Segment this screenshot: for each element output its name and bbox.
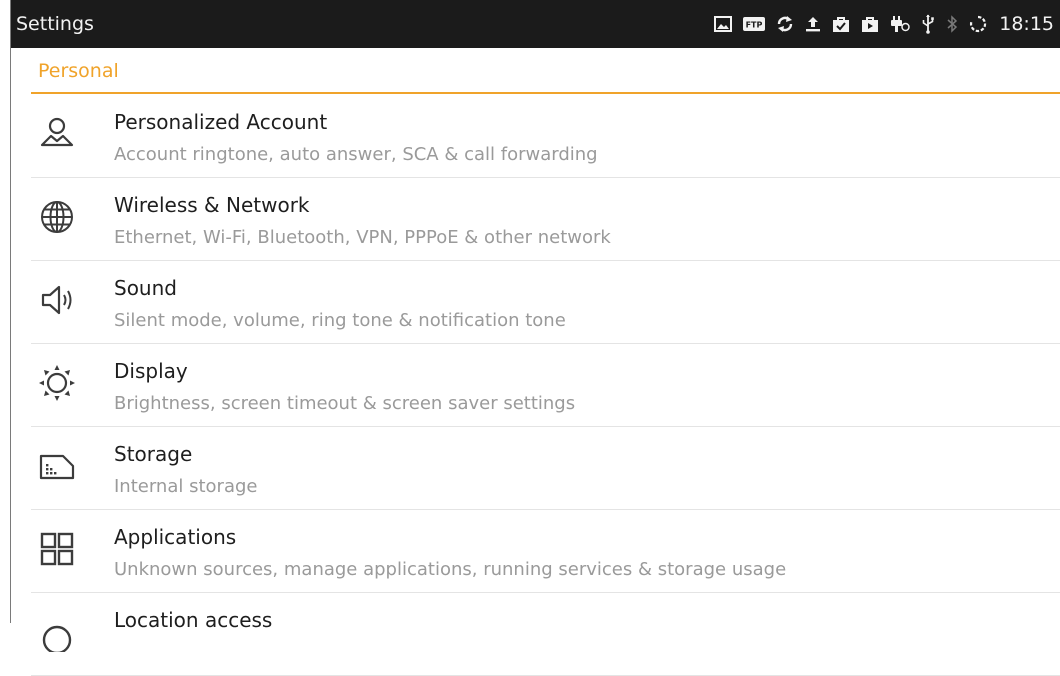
location-icon xyxy=(37,612,77,655)
setting-title: Location access xyxy=(114,608,273,632)
setting-title: Wireless & Network xyxy=(114,193,310,217)
usb-icon xyxy=(921,14,935,34)
status-icons: FTP 18:15 xyxy=(714,13,1060,35)
setting-subtitle: Ethernet, Wi-Fi, Bluetooth, VPN, PPPoE &… xyxy=(114,227,611,248)
bluetooth-icon xyxy=(946,15,958,33)
section-header-personal: Personal xyxy=(31,48,1060,94)
setting-title: Storage xyxy=(114,442,193,466)
setting-item-applications[interactable]: Applications Unknown sources, manage app… xyxy=(31,510,1060,593)
bag-play-icon xyxy=(861,15,879,33)
sync-icon xyxy=(776,15,794,33)
setting-title: Applications xyxy=(114,525,237,549)
window-left-border xyxy=(10,0,11,623)
setting-item-location-access[interactable]: Location access xyxy=(31,593,1060,676)
setting-item-personalized-account[interactable]: Personalized Account Account ringtone, a… xyxy=(31,95,1060,178)
setting-item-display[interactable]: Display Brightness, screen timeout & scr… xyxy=(31,344,1060,427)
setting-subtitle: Internal storage xyxy=(114,476,258,497)
setting-item-wireless-network[interactable]: Wireless & Network Ethernet, Wi-Fi, Blue… xyxy=(31,178,1060,261)
setting-subtitle: Silent mode, volume, ring tone & notific… xyxy=(114,310,566,331)
power-plug-icon xyxy=(890,15,910,33)
image-icon xyxy=(714,16,733,32)
upload-icon xyxy=(805,15,821,33)
status-bar: Settings FTP 18:15 xyxy=(11,0,1060,48)
clock: 18:15 xyxy=(999,13,1054,35)
ftp-icon: FTP xyxy=(743,16,766,32)
ftp-icon-label: FTP xyxy=(746,21,763,30)
account-icon xyxy=(37,114,77,154)
speaker-icon xyxy=(37,280,77,320)
setting-subtitle: Brightness, screen timeout & screen save… xyxy=(114,393,576,414)
apps-grid-icon xyxy=(37,529,77,569)
setting-item-sound[interactable]: Sound Silent mode, volume, ring tone & n… xyxy=(31,261,1060,344)
setting-subtitle: Unknown sources, manage applications, ru… xyxy=(114,559,787,580)
globe-icon xyxy=(37,197,77,237)
bag-check-icon xyxy=(832,15,850,33)
sd-card-icon xyxy=(37,446,77,486)
settings-list: Personalized Account Account ringtone, a… xyxy=(31,95,1060,676)
loading-icon xyxy=(969,15,987,33)
setting-title: Display xyxy=(114,359,188,383)
app-title: Settings xyxy=(16,13,94,35)
setting-title: Personalized Account xyxy=(114,110,328,134)
setting-subtitle: Account ringtone, auto answer, SCA & cal… xyxy=(114,144,598,165)
brightness-icon xyxy=(37,363,77,403)
setting-title: Sound xyxy=(114,276,177,300)
setting-item-storage[interactable]: Storage Internal storage xyxy=(31,427,1060,510)
section-title: Personal xyxy=(38,60,119,82)
